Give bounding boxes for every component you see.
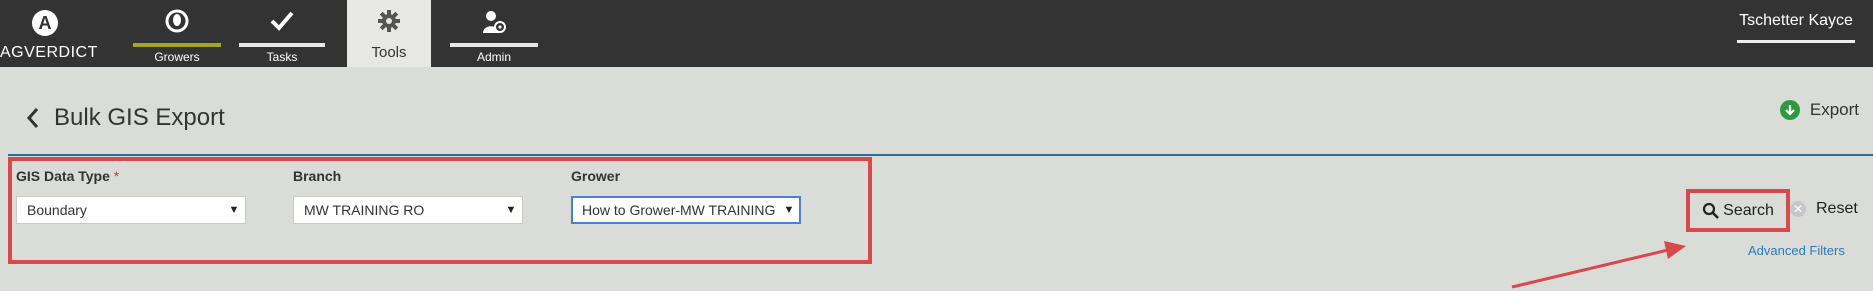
annotation-arrow-icon	[1511, 241, 1686, 289]
